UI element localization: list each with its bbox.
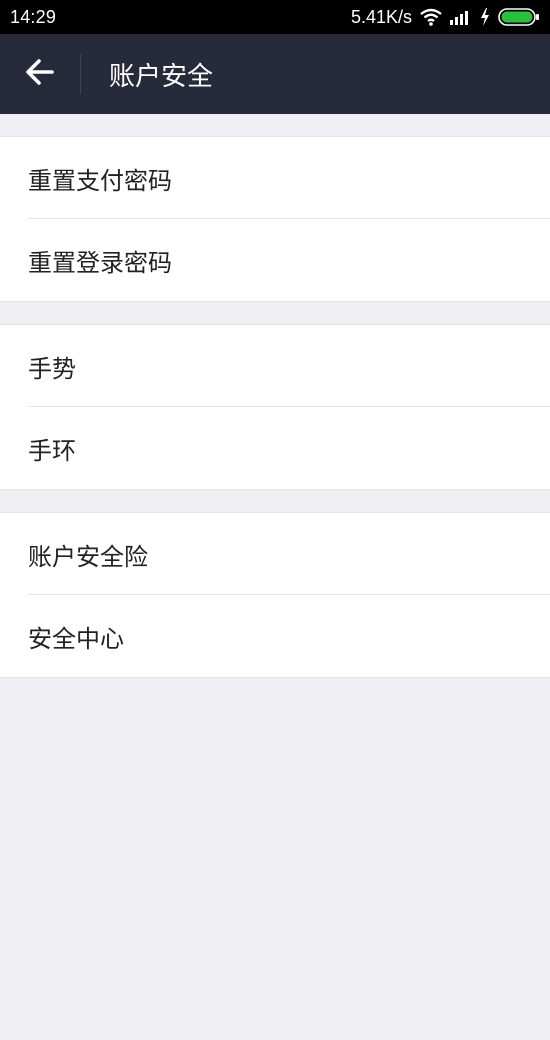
list-item-label: 手势 xyxy=(28,354,76,383)
charging-icon xyxy=(480,8,490,26)
page-title: 账户安全 xyxy=(109,61,214,92)
list-item-label: 账户安全险 xyxy=(28,542,148,571)
settings-group-security: 账户安全险 安全中心 xyxy=(0,512,550,678)
header-divider xyxy=(80,54,81,94)
list-item-label: 手环 xyxy=(28,436,76,465)
settings-group-gesture: 手势 手环 xyxy=(0,324,550,490)
list-item-wristband[interactable]: 手环 xyxy=(0,407,550,489)
signal-icon xyxy=(450,9,472,25)
list-item-gesture[interactable]: 手势 xyxy=(0,325,550,407)
back-button[interactable] xyxy=(0,34,80,114)
network-speed: 5.41K/s xyxy=(350,6,412,27)
list-item-reset-payment-password[interactable]: 重置支付密码 xyxy=(0,137,550,219)
battery-icon xyxy=(498,8,540,26)
app-header: 账户安全 xyxy=(0,34,550,114)
status-bar: 14:29 5.41K/s xyxy=(0,0,550,34)
list-item-account-insurance[interactable]: 账户安全险 xyxy=(0,513,550,595)
status-time: 14:29 xyxy=(10,6,57,27)
wifi-icon xyxy=(420,8,442,26)
list-item-security-center[interactable]: 安全中心 xyxy=(0,595,550,677)
status-right: 5.41K/s xyxy=(351,7,540,28)
arrow-left-icon xyxy=(25,58,55,90)
list-item-label: 安全中心 xyxy=(28,624,124,653)
list-item-label: 重置支付密码 xyxy=(28,166,172,195)
list-item-label: 重置登录密码 xyxy=(28,248,172,277)
list-item-reset-login-password[interactable]: 重置登录密码 xyxy=(0,219,550,301)
settings-group-password: 重置支付密码 重置登录密码 xyxy=(0,136,550,302)
